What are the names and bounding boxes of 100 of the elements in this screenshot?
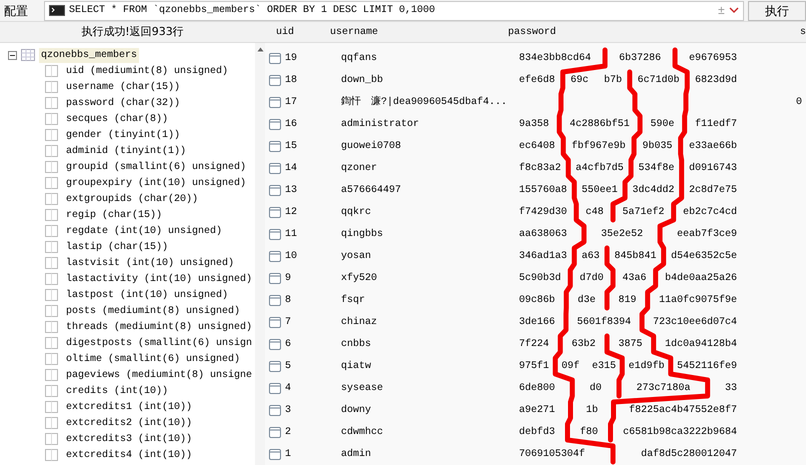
row-icon[interactable]	[269, 338, 281, 350]
table-cell-text: down_bb	[341, 74, 384, 88]
row-icon[interactable]	[269, 96, 281, 108]
row-icon[interactable]	[269, 184, 281, 196]
tree-item[interactable]: regip (char(15))	[66, 208, 162, 222]
tree-item[interactable]: adminid (tinyint(1))	[66, 144, 186, 158]
password-fragment: 3875	[618, 338, 642, 352]
column-icon	[45, 449, 58, 461]
row-icon[interactable]	[269, 404, 281, 416]
tree-item[interactable]: regdate (int(10) unsigned)	[66, 224, 222, 238]
tree-item[interactable]: lastpost (int(10) unsigned)	[66, 288, 228, 302]
row-icon[interactable]	[269, 448, 281, 460]
table-cell-text: fsqr	[341, 294, 366, 308]
password-fragment: a63	[582, 250, 600, 264]
scroll-up-icon[interactable]	[256, 47, 264, 52]
tree-item[interactable]: extcredits1 (int(10))	[66, 400, 192, 414]
password-fragment: daf8d5c280012047	[640, 448, 737, 462]
tree-item[interactable]: gender (tinyint(1))	[66, 128, 180, 142]
table-cell-text: cdwmhcc	[341, 426, 384, 440]
chevron-down-icon[interactable]	[729, 7, 739, 14]
tree-item[interactable]: digestposts (smallint(6) unsign	[66, 336, 252, 350]
password-fragment: eb2c7c4cd	[682, 206, 737, 220]
password-fragment: 2c8d7e75	[688, 184, 737, 198]
table-cell-text: 13	[284, 184, 298, 198]
password-fragment: 5c90b3d	[519, 272, 562, 286]
table-cell-text: 1	[284, 448, 292, 462]
table-cell-text: yosan	[341, 250, 372, 264]
tree-item[interactable]: lastvisit (int(10) unsigned)	[66, 256, 234, 270]
row-icon[interactable]	[269, 118, 281, 130]
row-icon[interactable]	[269, 74, 281, 86]
column-header[interactable]: password	[508, 24, 726, 40]
row-icon[interactable]	[269, 162, 281, 174]
password-fragment: 5452116fe9	[676, 360, 737, 374]
tree-item[interactable]: groupexpiry (int(10) unsigned)	[66, 176, 246, 190]
password-fragment: f7429d30	[519, 206, 568, 220]
column-icon	[45, 193, 58, 205]
row-icon[interactable]	[269, 140, 281, 152]
password-fragment: f8c83a2	[519, 162, 562, 176]
tree-item[interactable]: extcredits4 (int(10))	[66, 448, 192, 462]
password-fragment: 11a0fc9075f9e	[658, 294, 737, 308]
table-cell-text: 11	[284, 228, 298, 242]
tree-item[interactable]: extcredits2 (int(10))	[66, 416, 192, 430]
tree-item[interactable]: lastip (char(15))	[66, 240, 168, 254]
column-header[interactable]: s	[800, 24, 806, 40]
config-label[interactable]: 配置	[0, 2, 44, 20]
row-icon[interactable]	[269, 316, 281, 328]
password-fragment: d0	[590, 382, 602, 396]
tree-item[interactable]: threads (mediumint(8) unsigned)	[66, 320, 252, 334]
password-fragment: 7f224	[519, 338, 550, 352]
password-fragment: 346ad1a3	[519, 250, 568, 264]
collapse-icon[interactable]	[8, 50, 17, 60]
row-icon[interactable]	[269, 228, 281, 240]
query-text: SELECT * FROM `qzonebbs_members` ORDER BY 1 DESC LIMIT 0,1000	[69, 4, 436, 18]
row-icon[interactable]	[269, 382, 281, 394]
terminal-icon	[49, 5, 65, 16]
row-icon[interactable]	[269, 272, 281, 284]
table-cell-text: qingbbs	[341, 228, 384, 242]
column-icon	[45, 241, 58, 253]
tree-item[interactable]: uid (mediumint(8) unsigned)	[66, 64, 228, 78]
row-icon[interactable]	[269, 426, 281, 438]
password-fragment: 723c10ee6d07c4	[652, 316, 737, 330]
table-cell-text: admin	[341, 448, 372, 462]
tree-item[interactable]: groupid (smallint(6) unsigned)	[66, 160, 246, 174]
column-icon	[45, 433, 58, 445]
tree-item[interactable]: secques (char(8))	[66, 112, 168, 126]
row-icon[interactable]	[269, 250, 281, 262]
tree-item[interactable]: extgroupids (char(20))	[66, 192, 198, 206]
table-cell-text: 18	[284, 74, 298, 88]
table-cell-text: 0	[796, 96, 803, 110]
execute-button[interactable]: 执行	[748, 0, 806, 20]
tree-item[interactable]: credits (int(10))	[66, 384, 168, 398]
column-header[interactable]: uid	[272, 24, 330, 40]
password-fragment: 3dc4dd2	[632, 184, 674, 198]
row-icon[interactable]	[269, 52, 281, 64]
column-header[interactable]: username	[330, 24, 508, 40]
password-fragment: 155760a8	[519, 184, 568, 198]
tree-item[interactable]: extcredits3 (int(10))	[66, 432, 192, 446]
password-fragment: e1d9fb	[628, 360, 664, 374]
tree-item[interactable]: oltime (smallint(6) unsigned)	[66, 352, 240, 366]
table-cell-text: administrator	[341, 118, 420, 132]
tree-item[interactable]: posts (mediumint(8) unsigned)	[66, 304, 240, 318]
column-icon	[45, 417, 58, 429]
password-fragment: a9e271	[519, 404, 556, 418]
table-cell-text: 12	[284, 206, 298, 220]
query-field[interactable]: SELECT * FROM `qzonebbs_members` ORDER BY 1 DESC LIMIT 0,1000 ±	[44, 0, 744, 20]
row-icon[interactable]	[269, 294, 281, 306]
tree-item[interactable]: password (char(32))	[66, 96, 180, 110]
password-fragment: 43a6	[622, 272, 646, 286]
password-fragment: 975f1	[519, 360, 550, 374]
table-cell-text: 5	[284, 360, 292, 374]
column-icon	[45, 369, 58, 381]
tree-item[interactable]: qzonebbs_members	[39, 48, 140, 62]
tree-item[interactable]: pageviews (mediumint(8) unsigne	[66, 368, 252, 382]
table-cell-text: qqkrc	[341, 206, 372, 220]
tree-item[interactable]: username (char(15))	[66, 80, 180, 94]
column-icon	[45, 177, 58, 189]
table-cell-text: 16	[284, 118, 298, 132]
row-icon[interactable]	[269, 360, 281, 372]
tree-item[interactable]: lastactivity (int(10) unsigned)	[66, 272, 252, 286]
row-icon[interactable]	[269, 206, 281, 218]
